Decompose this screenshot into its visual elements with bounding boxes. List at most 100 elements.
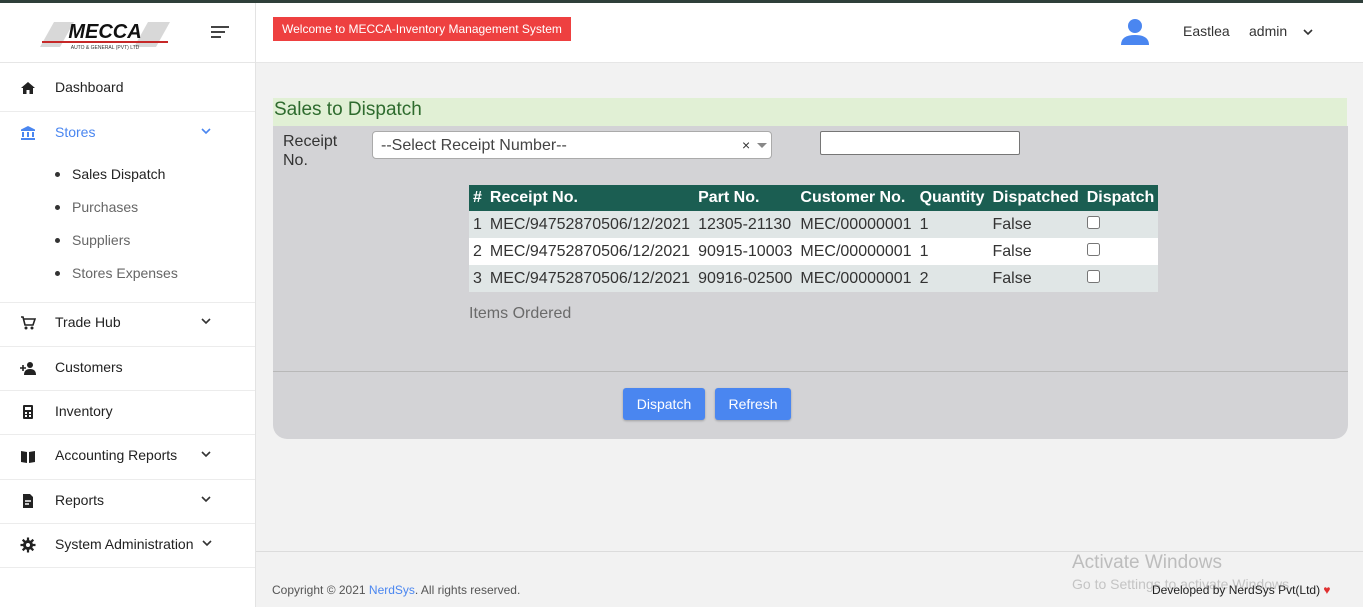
row-number: 3 (469, 265, 486, 292)
sidebar-item-dashboard[interactable]: Dashboard (0, 66, 255, 110)
bullet-icon (55, 238, 60, 243)
home-icon (21, 82, 35, 94)
dispatched-cell: False (988, 211, 1083, 238)
page-title: Sales to Dispatch (274, 99, 422, 120)
document-icon (23, 494, 33, 508)
sidebar-subitem-label: Purchases (72, 199, 139, 215)
sidebar-item-customers[interactable]: Customers (0, 346, 255, 390)
company-link[interactable]: NerdSys (369, 583, 415, 597)
dispatch-button[interactable]: Dispatch (623, 388, 705, 420)
column-header: Dispatch (1082, 185, 1159, 211)
sidebar-subitem-label: Suppliers (72, 232, 131, 248)
top-header: Welcome to MECCA-Inventory Management Sy… (256, 3, 1363, 63)
activation-watermark-title: Activate Windows (1072, 552, 1222, 573)
dispatch-checkbox[interactable] (1086, 269, 1100, 283)
part-cell: 90915-10003 (694, 238, 797, 265)
table-row: 2 MEC/94752870506/12/2021 90915-10003 ME… (469, 238, 1159, 265)
chevron-down-icon (202, 540, 212, 547)
column-header: # (469, 185, 486, 211)
chevron-down-icon (201, 128, 211, 135)
column-header: Customer No. (796, 185, 916, 211)
dispatched-cell: False (988, 265, 1083, 292)
part-cell: 12305-21130 (694, 211, 797, 238)
sidebar: MECCA AUTO & GENERAL (PVT) LTD Dashboard… (0, 3, 256, 607)
select-value: --Select Receipt Number-- (381, 137, 567, 154)
receipt-cell: MEC/94752870506/12/2021 (485, 265, 695, 292)
table-row: 1 MEC/94752870506/12/2021 12305-21130 ME… (469, 211, 1159, 238)
menu-toggle-button[interactable] (211, 26, 231, 40)
customer-cell: MEC/00000001 (796, 238, 916, 265)
cart-icon (21, 316, 36, 330)
receipt-number-select[interactable]: --Select Receipt Number-- × (372, 131, 772, 159)
dispatch-checkbox[interactable] (1086, 242, 1100, 256)
copyright-suffix: . All rights reserved. (414, 583, 521, 597)
logo-subtext: AUTO & GENERAL (PVT) LTD (71, 45, 140, 51)
sidebar-item-trade-hub[interactable]: Trade Hub (0, 301, 255, 345)
receipt-text-input[interactable] (820, 131, 1020, 155)
page-title-bar: Sales to Dispatch (273, 98, 1347, 126)
receipt-cell: MEC/94752870506/12/2021 (485, 238, 695, 265)
sidebar-item-inventory[interactable]: Inventory (0, 390, 255, 434)
branch-name: Eastlea (1183, 23, 1230, 39)
part-cell: 90916-02500 (694, 265, 797, 292)
sidebar-item-label: Customers (55, 359, 123, 375)
dispatched-cell: False (988, 238, 1083, 265)
user-avatar-icon[interactable] (1120, 17, 1150, 47)
welcome-banner: Welcome to MECCA-Inventory Management Sy… (273, 17, 571, 41)
developer-credit: Developed by NerdSys Pvt(Ltd) ♥ (1152, 583, 1331, 597)
sidebar-subitem-label: Stores Expenses (72, 265, 178, 281)
clear-selection-icon[interactable]: × (742, 137, 750, 153)
sidebar-item-reports[interactable]: Reports (0, 479, 255, 523)
bullet-icon (55, 172, 60, 177)
copyright-text: Copyright © 2021 NerdSys. All rights res… (272, 583, 520, 597)
heart-icon: ♥ (1323, 583, 1331, 597)
chevron-down-icon (201, 318, 211, 325)
sidebar-item-stores[interactable]: Stores (0, 111, 255, 155)
column-header: Quantity (915, 185, 989, 211)
sidebar-item-accounting-reports[interactable]: Accounting Reports (0, 434, 255, 478)
sidebar-item-label: Stores (55, 124, 96, 140)
calculator-icon (23, 405, 33, 419)
row-number: 2 (469, 238, 486, 265)
row-number: 1 (469, 211, 486, 238)
chevron-down-icon (201, 451, 211, 458)
divider (0, 567, 255, 568)
sidebar-subitem-label: Sales Dispatch (72, 166, 166, 182)
sidebar-item-label: Reports (55, 492, 105, 508)
chevron-down-icon (201, 496, 211, 503)
chevron-down-icon[interactable] (1302, 26, 1314, 38)
quantity-cell: 1 (915, 238, 989, 265)
sidebar-item-label: System Administration (55, 536, 194, 552)
dispatch-cell (1082, 265, 1159, 292)
table-header-row: # Receipt No. Part No. Customer No. Quan… (469, 185, 1159, 211)
book-icon (21, 451, 35, 463)
dispatch-checkbox[interactable] (1086, 215, 1100, 229)
logo-area: MECCA AUTO & GENERAL (PVT) LTD (0, 3, 255, 63)
sidebar-item-label: Inventory (55, 403, 113, 419)
top-accent-line (0, 0, 1363, 3)
sidebar-item-system-administration[interactable]: System Administration (0, 523, 255, 567)
customer-cell: MEC/00000001 (796, 211, 916, 238)
quantity-cell: 1 (915, 211, 989, 238)
divider (273, 371, 1348, 372)
dispatch-card: Receipt No. --Select Receipt Number-- × … (273, 126, 1348, 439)
add-user-icon (20, 362, 36, 375)
bullet-icon (55, 205, 60, 210)
mecca-logo[interactable]: MECCA AUTO & GENERAL (PVT) LTD (34, 16, 176, 52)
column-header: Receipt No. (485, 185, 695, 211)
table-row: 3 MEC/94752870506/12/2021 90916-02500 ME… (469, 265, 1159, 292)
sidebar-item-label: Dashboard (55, 79, 124, 95)
sidebar-item-label: Trade Hub (55, 314, 121, 330)
refresh-button[interactable]: Refresh (715, 388, 791, 420)
user-menu[interactable]: admin (1249, 23, 1287, 39)
dropdown-arrow-icon[interactable] (757, 143, 767, 148)
quantity-cell: 2 (915, 265, 989, 292)
bank-icon (21, 126, 35, 140)
dispatch-cell (1082, 238, 1159, 265)
column-header: Part No. (694, 185, 797, 211)
column-header: Dispatched (988, 185, 1083, 211)
bullet-icon (55, 271, 60, 276)
developer-text: Developed by NerdSys Pvt(Ltd) (1152, 583, 1324, 597)
logo-text: MECCA (68, 21, 141, 43)
gear-icon (20, 537, 36, 553)
